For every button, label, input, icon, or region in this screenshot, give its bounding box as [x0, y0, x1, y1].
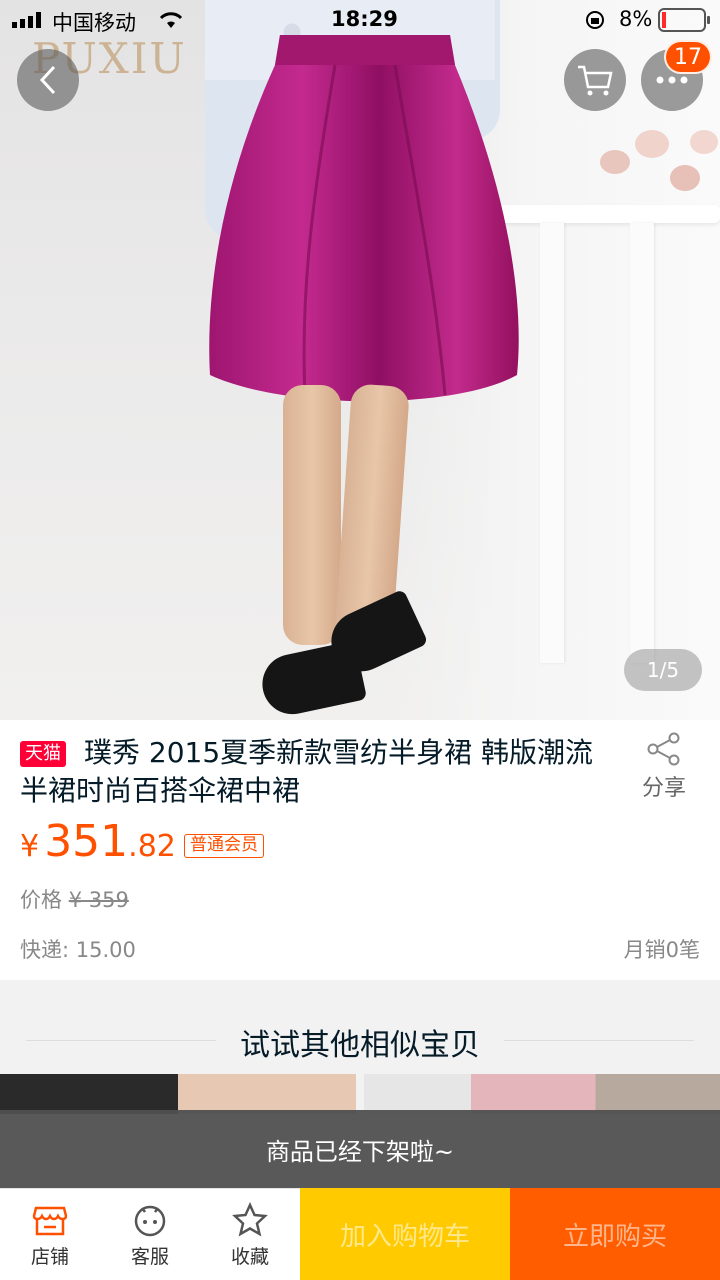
- notification-badge: 17: [664, 40, 712, 74]
- add-to-cart-button[interactable]: 加入购物车: [300, 1188, 510, 1280]
- product-image[interactable]: PUXIU: [0, 0, 720, 720]
- service-tab[interactable]: 客服: [100, 1188, 200, 1280]
- price-integer: 351: [44, 816, 129, 867]
- favorite-tab[interactable]: 收藏: [200, 1188, 300, 1280]
- shipping-fee: 快递: 15.00: [20, 938, 136, 962]
- wifi-icon: [159, 12, 183, 28]
- rotation-lock-icon: [586, 11, 604, 29]
- model-leg: [283, 385, 341, 645]
- favorite-label: 收藏: [230, 1246, 269, 1268]
- flower: [670, 165, 700, 191]
- member-tag: 普通会员: [184, 834, 264, 858]
- customer-service-icon: [134, 1205, 166, 1237]
- tmall-tag: 天猫: [20, 741, 66, 767]
- flower: [600, 150, 630, 174]
- table-leg: [630, 223, 654, 663]
- carrier-name: 中国移动: [52, 11, 136, 35]
- similar-item-thumb[interactable]: [0, 1074, 356, 1114]
- flower: [635, 130, 669, 158]
- offline-notice: 商品已经下架啦~: [0, 1110, 720, 1188]
- service-label: 客服: [130, 1246, 169, 1268]
- product-title: 璞秀 2015夏季新款雪纺半身裙 韩版潮流半裙时尚百搭伞裙中裙: [20, 736, 594, 807]
- shop-tab[interactable]: 店铺: [0, 1188, 100, 1280]
- signal-icon: [12, 12, 41, 28]
- status-bar: 中国移动 18:29 8%: [0, 0, 720, 40]
- star-icon: [232, 1202, 268, 1237]
- original-price-label: 价格: [20, 888, 62, 912]
- cart-button[interactable]: [564, 49, 626, 111]
- price-decimal: .82: [128, 829, 176, 864]
- current-price: ¥ 351.82: [20, 816, 176, 867]
- share-icon: [647, 732, 680, 766]
- shop-icon: [32, 1206, 68, 1236]
- chevron-left-icon: [39, 65, 56, 95]
- monthly-sales: 月销0笔: [623, 938, 700, 962]
- price-currency: ¥: [20, 829, 40, 864]
- share-button[interactable]: 分享: [632, 732, 696, 802]
- clock: 18:29: [331, 7, 398, 31]
- back-button[interactable]: [17, 49, 79, 111]
- similar-item-thumb[interactable]: [364, 1074, 720, 1114]
- battery-percent: 8%: [619, 7, 653, 31]
- shop-label: 店铺: [30, 1246, 69, 1268]
- more-icon: [656, 76, 688, 84]
- flower: [690, 130, 718, 154]
- similar-title: 试试其他相似宝贝: [240, 1028, 480, 1063]
- share-label: 分享: [641, 776, 686, 801]
- battery-icon: [658, 8, 710, 32]
- buy-now-button[interactable]: 立即购买: [510, 1188, 720, 1280]
- original-price-value: ¥ 359: [68, 888, 129, 912]
- table-leg: [540, 223, 564, 663]
- skirt-graphic: [209, 35, 519, 402]
- cart-icon: [578, 65, 613, 96]
- image-pager: 1/5: [624, 649, 702, 691]
- original-price: 价格 ¥ 359: [20, 884, 129, 914]
